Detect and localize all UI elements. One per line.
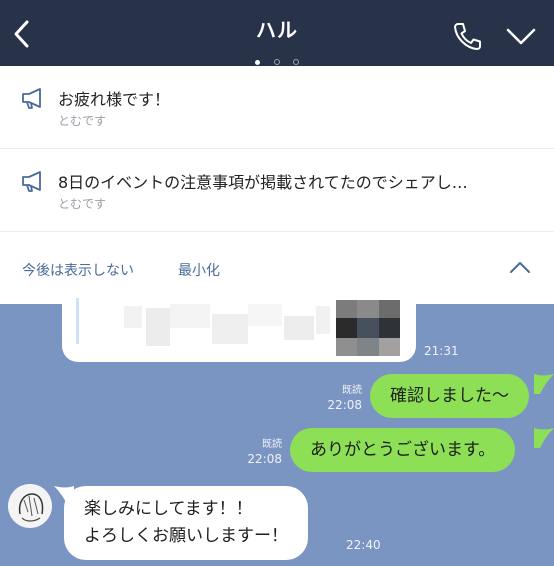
card-accent-bar [76,298,79,344]
bubble-tail [534,374,554,394]
pixelated-text [146,308,170,346]
avatar[interactable] [8,484,52,528]
received-message-bubble[interactable]: 楽しみにしてます！！ よろしくお願いしますー！ [64,486,308,560]
menu-toggle-button[interactable] [504,22,538,50]
announcement-item[interactable]: お疲れ様です！ とむです [0,66,554,149]
chevron-up-icon[interactable] [506,256,534,278]
read-label: 既読 [262,439,282,450]
dont-show-again-button[interactable]: 今後は表示しない [22,260,134,280]
announcement-text: 8日のイベントの注意事項が掲載されてたのでシェアし… [58,173,468,192]
megaphone-icon [22,88,41,109]
read-receipt: 既読 22:08 [318,384,362,412]
pixelated-text [248,304,282,326]
pixelated-text [316,306,330,334]
pixelated-text [284,316,314,340]
message-time: 22:08 [327,398,362,412]
announcement-item[interactable]: 8日のイベントの注意事項が掲載されてたのでシェアし… とむです [0,149,554,232]
phone-icon [454,23,481,50]
message-line: よろしくお願いしますー！ [84,526,288,546]
chat-header: ハル [0,0,554,66]
announcement-text: お疲れ様です！ [58,90,171,109]
message-time: 21:31 [424,344,459,358]
message-time: 22:08 [247,452,282,466]
minimize-button[interactable]: 最小化 [178,260,220,280]
call-button[interactable] [450,20,484,52]
announcement-author: とむです [58,197,107,211]
read-receipt: 既読 22:08 [238,438,282,466]
avatar-illustration [8,484,52,528]
chat-area[interactable]: 21:31 既読 22:08 確認しました〜 既読 22:08 ありがとうござい… [0,294,554,566]
pixelated-text [170,304,210,328]
message-line: 楽しみにしてます！！ [84,499,253,519]
pixelated-text [124,306,142,328]
page-dot [292,59,299,65]
pixelated-thumbnail [336,300,400,356]
announcement-panel: お疲れ様です！ とむです 8日のイベントの注意事項が掲載されてたのでシェアし… … [0,66,554,304]
announcement-author: とむです [58,114,107,128]
sent-message-bubble[interactable]: ありがとうございます。 [290,428,516,472]
message-time: 22:40 [346,538,381,552]
megaphone-icon [22,171,41,192]
pixelated-text [212,314,248,344]
bubble-tail [534,428,554,448]
chevron-down-icon [506,28,536,45]
read-label: 既読 [342,385,362,396]
page-dot [273,59,280,65]
sent-message-bubble[interactable]: 確認しました〜 [370,374,529,418]
page-dot-active [255,60,261,65]
